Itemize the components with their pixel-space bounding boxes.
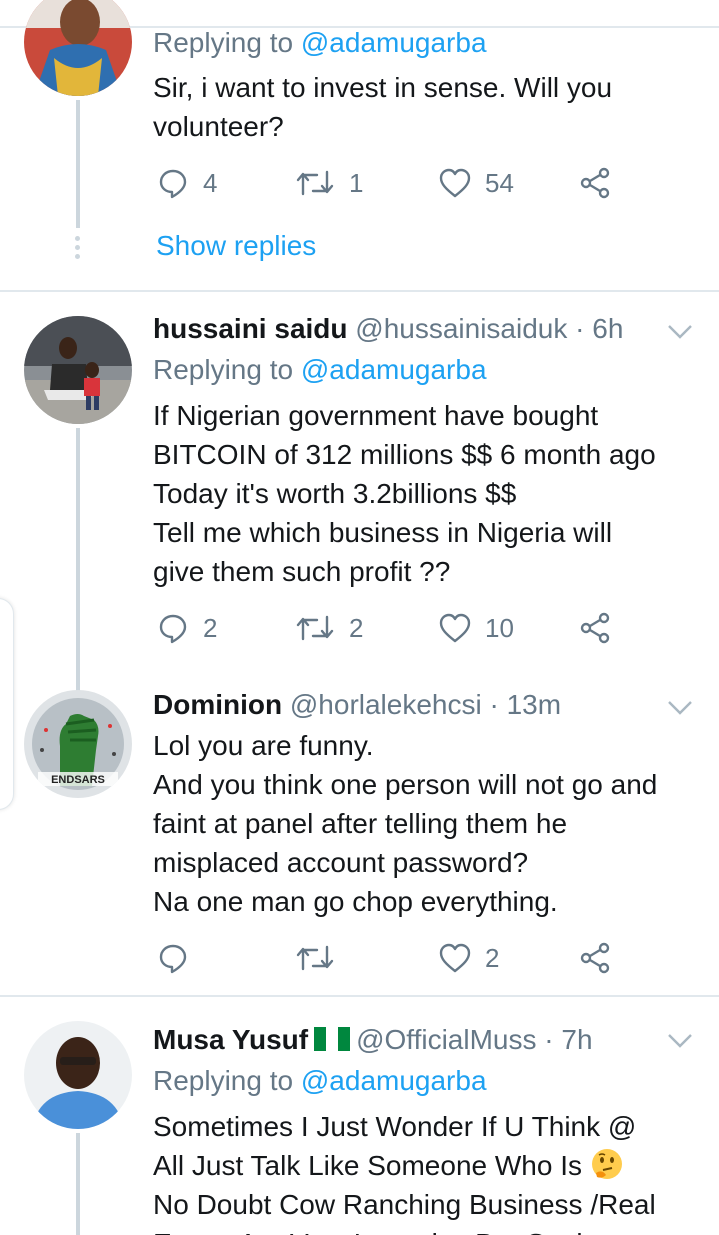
like-count: 54 xyxy=(485,167,514,198)
mention-link[interactable]: @adamugarba xyxy=(301,354,487,385)
avatar[interactable] xyxy=(24,1021,132,1129)
heart-icon xyxy=(439,613,471,643)
show-replies-link[interactable]: Show replies xyxy=(156,230,316,262)
action-bar: 2 xyxy=(153,938,623,978)
like-button[interactable]: 10 xyxy=(439,608,514,648)
username[interactable]: @hussainisaiduk xyxy=(355,313,567,344)
like-button[interactable]: 2 xyxy=(439,938,499,978)
display-name[interactable]: Dominion xyxy=(153,689,282,720)
reply-count: 2 xyxy=(203,612,218,643)
avatar[interactable] xyxy=(24,316,132,424)
replying-to: Replying to @adamugarba xyxy=(153,1065,487,1096)
chevron-down-icon[interactable] xyxy=(666,698,694,718)
replying-to: Replying to @adamugarba xyxy=(153,354,487,385)
share-button[interactable] xyxy=(579,608,611,648)
nigeria-flag-icon xyxy=(314,1027,351,1051)
share-icon xyxy=(580,612,610,644)
tweet-header: hussaini saidu @hussainisaiduk · 6h xyxy=(153,312,623,346)
reply-icon xyxy=(159,169,187,199)
display-name[interactable]: Musa Yusuf xyxy=(153,1024,308,1055)
tweet-text: Lol you are funny. And you think one per… xyxy=(153,730,658,917)
tweet-2[interactable]: hussaini saidu @hussainisaiduk · 6h Repl… xyxy=(0,292,719,694)
reply-button[interactable] xyxy=(157,938,203,978)
avatar[interactable]: ENDSARS xyxy=(24,690,132,798)
avatar-text: ENDSARS xyxy=(51,774,105,786)
reply-icon xyxy=(159,944,187,974)
timestamp: · 6h xyxy=(575,313,624,344)
retweet-button[interactable] xyxy=(295,938,349,978)
retweet-button[interactable]: 1 xyxy=(295,163,363,203)
reply-button[interactable]: 4 xyxy=(157,163,217,203)
tweet-header: Dominion @horlalekehcsi · 13m xyxy=(153,688,561,722)
like-count: 2 xyxy=(485,942,500,973)
tweet-header: Musa Yusuf @OfficialMuss · 7h xyxy=(153,1023,593,1057)
chevron-down-icon[interactable] xyxy=(666,1031,694,1051)
retweet-button[interactable]: 2 xyxy=(295,608,363,648)
thinking-face-emoji xyxy=(591,1149,622,1179)
replying-to: Replying to @adamugarba xyxy=(153,27,487,58)
reply-icon xyxy=(159,614,187,644)
reply-button[interactable]: 2 xyxy=(157,608,217,648)
tweet-4[interactable]: Musa Yusuf @OfficialMuss · 7h Replying to… xyxy=(0,997,719,1235)
chevron-down-icon[interactable] xyxy=(666,322,694,342)
tweet-text: Sir, i want to invest in sense. Will you… xyxy=(153,72,613,142)
reply-count: 4 xyxy=(203,167,218,198)
retweet-count: 2 xyxy=(349,612,364,643)
share-icon xyxy=(580,942,610,974)
tweet-1[interactable]: Replying to @adamugarba Sir, i want to i… xyxy=(0,0,719,290)
mention-link[interactable]: @adamugarba xyxy=(301,27,487,58)
thread-line xyxy=(76,428,80,694)
mention-link[interactable]: @adamugarba xyxy=(301,1065,487,1096)
retweet-count: 1 xyxy=(349,167,364,198)
heart-icon xyxy=(439,943,471,973)
like-button[interactable]: 54 xyxy=(439,163,514,203)
share-button[interactable] xyxy=(579,938,611,978)
username[interactable]: @OfficialMuss xyxy=(356,1024,536,1055)
tweet-text: If Nigerian government have bought BITCO… xyxy=(153,400,656,587)
thread-line xyxy=(76,100,80,228)
more-replies-indicator xyxy=(75,236,81,263)
display-name[interactable]: hussaini saidu xyxy=(153,313,348,344)
action-bar: 2 2 10 xyxy=(153,608,623,648)
action-bar: 4 1 54 xyxy=(153,163,623,203)
retweet-icon xyxy=(296,945,334,971)
timestamp: · 13m xyxy=(489,689,562,720)
tweet-3[interactable]: ENDSARS Dominion @horlalekehcsi · 13m Lo… xyxy=(0,670,719,995)
share-icon xyxy=(580,167,610,199)
tweet-text: Sometimes I Just Wonder If U Think @ All… xyxy=(153,1111,656,1235)
username[interactable]: @horlalekehcsi xyxy=(290,689,482,720)
retweet-icon xyxy=(296,615,334,641)
avatar[interactable] xyxy=(24,0,132,96)
thread-line xyxy=(76,1133,80,1235)
heart-icon xyxy=(439,168,471,198)
timestamp: · 7h xyxy=(544,1024,593,1055)
share-button[interactable] xyxy=(579,163,611,203)
like-count: 10 xyxy=(485,612,514,643)
retweet-icon xyxy=(296,170,334,196)
